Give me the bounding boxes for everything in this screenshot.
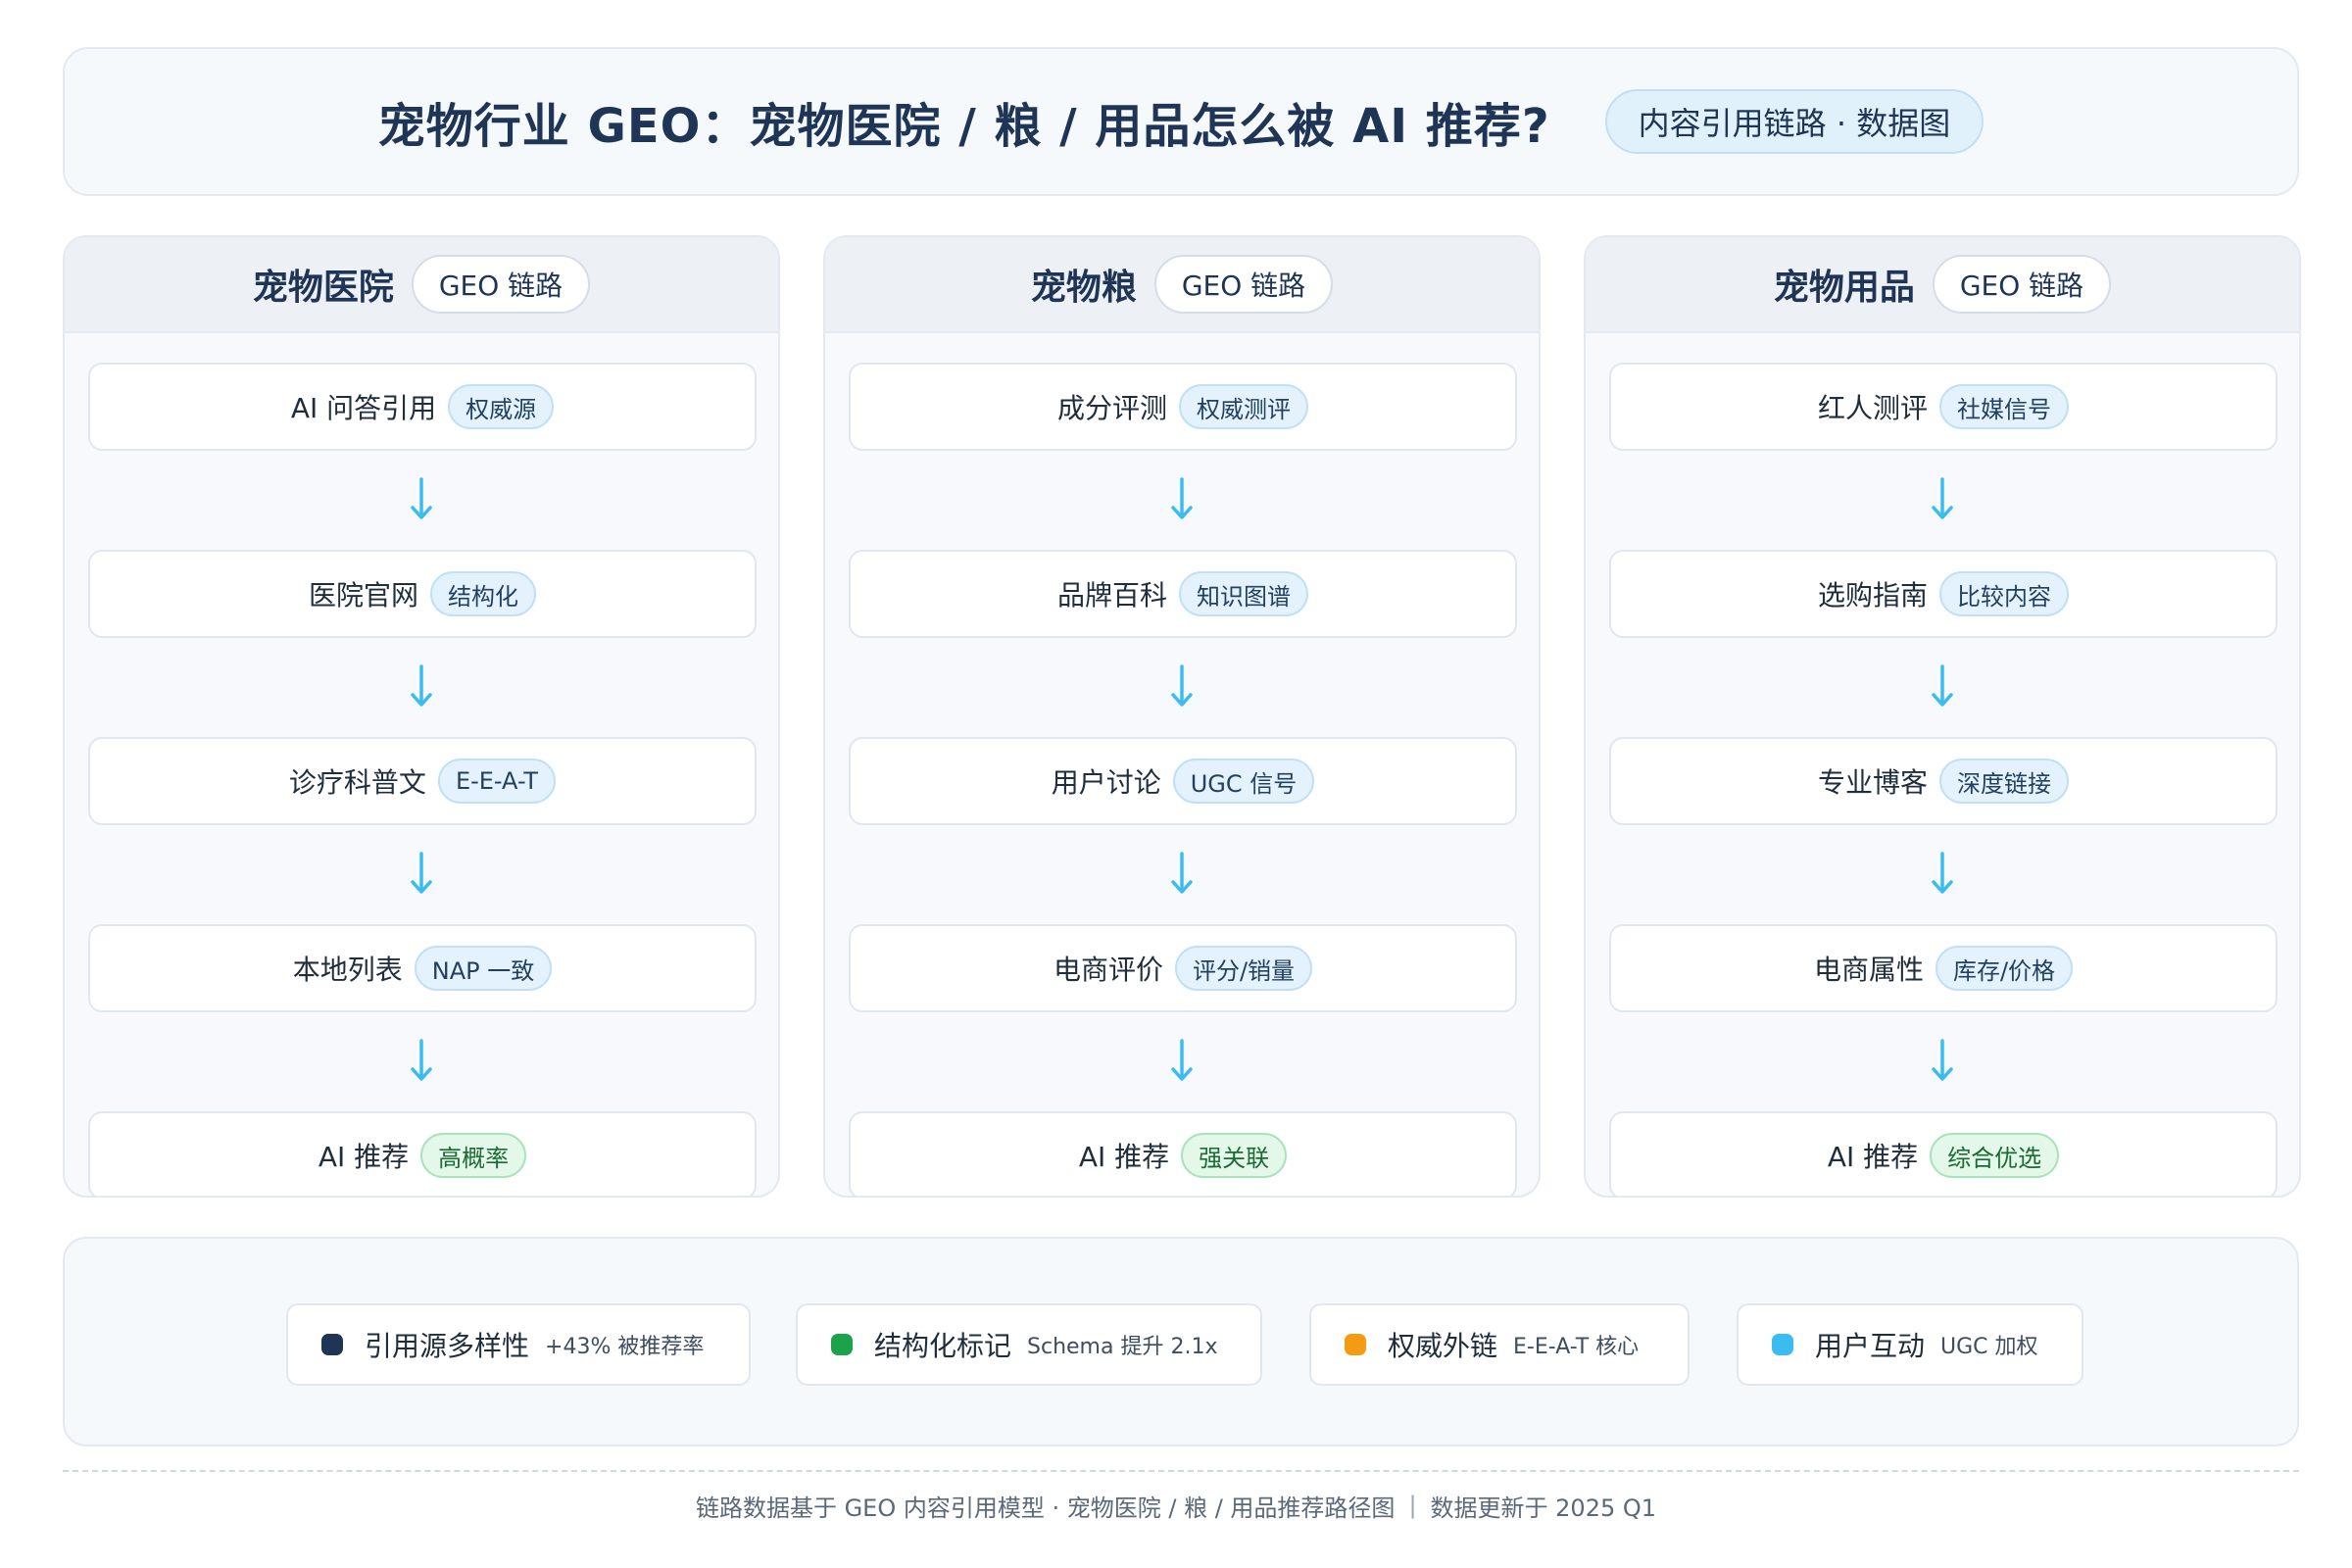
step-label: 品牌百科 [1056, 579, 1167, 612]
legend-item-user-interaction: 用户互动 UGC 加权 [1737, 1303, 2083, 1386]
column-title: 宠物用品 [1773, 268, 1915, 308]
down-arrow-icon [1586, 638, 2299, 736]
flow-step: 电商评价 评分/销量 [849, 924, 1517, 1012]
step-tag: 知识图谱 [1179, 571, 1308, 616]
step-tag: 权威源 [448, 384, 555, 429]
step-tag: 深度链接 [1939, 759, 2069, 804]
down-arrow-icon [1586, 1012, 2299, 1110]
column-header: 宠物粮 GEO 链路 [825, 237, 1539, 333]
step-tag: 权威测评 [1179, 384, 1308, 429]
step-label: AI 推荐 [1827, 1141, 1919, 1173]
flow-step: AI 问答引用 权威源 [88, 363, 757, 451]
header-badge: 内容引用链路 · 数据图 [1604, 89, 1984, 154]
legend-label: 权威外链 [1388, 1330, 1498, 1362]
step-tag: 社媒信号 [1939, 384, 2069, 429]
column-hospital: 宠物医院 GEO 链路 AI 问答引用 权威源 医院官网 结构化 诊疗科普文 E-E-A-T 本… [63, 235, 780, 1198]
step-tag: 强关联 [1181, 1133, 1288, 1178]
down-arrow-icon [65, 451, 778, 549]
step-label: 红人测评 [1817, 392, 1928, 424]
flow-step: AI 推荐 综合优选 [1609, 1111, 2278, 1196]
legend-dot-icon [831, 1334, 853, 1355]
legend-metric: UGC 加权 [1940, 1335, 2038, 1359]
legend-dot-icon [1345, 1334, 1366, 1355]
step-label: AI 推荐 [318, 1141, 410, 1173]
down-arrow-icon [825, 1012, 1539, 1110]
down-arrow-icon [825, 451, 1539, 549]
footer-separator: | [1408, 1492, 1417, 1519]
column-header: 宠物用品 GEO 链路 [1586, 237, 2299, 333]
column-title: 宠物医院 [252, 268, 394, 308]
down-arrow-icon [65, 825, 778, 923]
step-label: 专业博客 [1817, 766, 1928, 799]
legend-label: 引用源多样性 [365, 1330, 530, 1362]
step-tag: 结构化 [430, 571, 536, 616]
legend-dot-icon [321, 1334, 343, 1355]
step-tag: E-E-A-T [437, 759, 557, 804]
legend-metric: Schema 提升 2.1x [1027, 1335, 1218, 1359]
legend-item-citation-diversity: 引用源多样性 +43% 被推荐率 [286, 1303, 751, 1386]
step-label: 医院官网 [308, 579, 418, 612]
flow-step: 电商属性 库存/价格 [1609, 924, 2278, 1012]
legend-metric: +43% 被推荐率 [545, 1335, 705, 1359]
footer-left-text: 链路数据基于 GEO 内容引用模型 · 宠物医院 / 粮 / 用品推荐路径图 [695, 1494, 1396, 1522]
down-arrow-icon [825, 825, 1539, 923]
step-tag: NAP 一致 [414, 946, 553, 991]
column-title: 宠物粮 [1030, 268, 1137, 308]
step-label: 成分评测 [1056, 392, 1167, 424]
footer-right-text: 数据更新于 2025 Q1 [1430, 1494, 1657, 1522]
flow-step: 红人测评 社媒信号 [1609, 363, 2278, 451]
column-pill: GEO 链路 [1153, 255, 1334, 314]
flow-step: 用户讨论 UGC 信号 [849, 737, 1517, 825]
column-supplies: 宠物用品 GEO 链路 红人测评 社媒信号 选购指南 比较内容 专业博客 深度链接 电商属性 库存… [1584, 235, 2301, 1198]
flow-step: AI 推荐 高概率 [88, 1111, 757, 1196]
step-label: AI 推荐 [1078, 1141, 1170, 1173]
column-header: 宠物医院 GEO 链路 [65, 237, 778, 333]
legend-item-authority-links: 权威外链 E-E-A-T 核心 [1309, 1303, 1690, 1386]
header-banner: 宠物行业 GEO：宠物医院 / 粮 / 用品怎么被 AI 推荐? 内容引用链路 … [63, 47, 2299, 196]
footer: 链路数据基于 GEO 内容引用模型 · 宠物医院 / 粮 / 用品推荐路径图 |… [0, 1488, 2352, 1523]
column-food: 宠物粮 GEO 链路 成分评测 权威测评 品牌百科 知识图谱 用户讨论 UGC 信号 电商评价评… [823, 235, 1541, 1198]
flow-step: 本地列表 NAP 一致 [88, 924, 757, 1012]
flow-step: 选购指南 比较内容 [1609, 550, 2278, 638]
flow-step: 成分评测 权威测评 [849, 363, 1517, 451]
column-pill: GEO 链路 [411, 255, 591, 314]
flow-step: 诊疗科普文 E-E-A-T [88, 737, 757, 825]
legend-panel: 引用源多样性 +43% 被推荐率 结构化标记 Schema 提升 2.1x 权威外链 E-… [63, 1237, 2299, 1446]
legend-item-structured-markup: 结构化标记 Schema 提升 2.1x [796, 1303, 1262, 1386]
step-tag: 高概率 [420, 1133, 527, 1178]
column-pill: GEO 链路 [1932, 255, 2112, 314]
step-label: AI 问答引用 [290, 392, 437, 424]
flow-step: 品牌百科 知识图谱 [849, 550, 1517, 638]
legend-label: 用户互动 [1815, 1330, 1926, 1362]
footer-divider [63, 1470, 2299, 1472]
flow-step: AI 推荐 强关联 [849, 1111, 1517, 1196]
legend-label: 结构化标记 [874, 1330, 1012, 1362]
step-label: 本地列表 [292, 954, 403, 986]
step-label: 诊疗科普文 [288, 766, 426, 799]
legend-dot-icon [1772, 1334, 1793, 1355]
step-tag: 综合优选 [1930, 1133, 2060, 1178]
legend-metric: E-E-A-T 核心 [1513, 1335, 1640, 1359]
down-arrow-icon [1586, 825, 2299, 923]
step-tag: UGC 信号 [1172, 759, 1315, 804]
down-arrow-icon [65, 638, 778, 736]
down-arrow-icon [825, 638, 1539, 736]
step-label: 用户讨论 [1051, 766, 1161, 799]
step-tag: 库存/价格 [1935, 946, 2074, 991]
flow-step: 医院官网 结构化 [88, 550, 757, 638]
step-label: 电商属性 [1813, 954, 1924, 986]
down-arrow-icon [65, 1012, 778, 1110]
step-tag: 评分/销量 [1174, 946, 1313, 991]
down-arrow-icon [1586, 451, 2299, 549]
page-title: 宠物行业 GEO：宠物医院 / 粮 / 用品怎么被 AI 推荐? [377, 99, 1550, 154]
step-label: 电商评价 [1053, 954, 1163, 986]
step-tag: 比较内容 [1939, 571, 2069, 616]
step-label: 选购指南 [1817, 579, 1928, 612]
flow-step: 专业博客 深度链接 [1609, 737, 2278, 825]
